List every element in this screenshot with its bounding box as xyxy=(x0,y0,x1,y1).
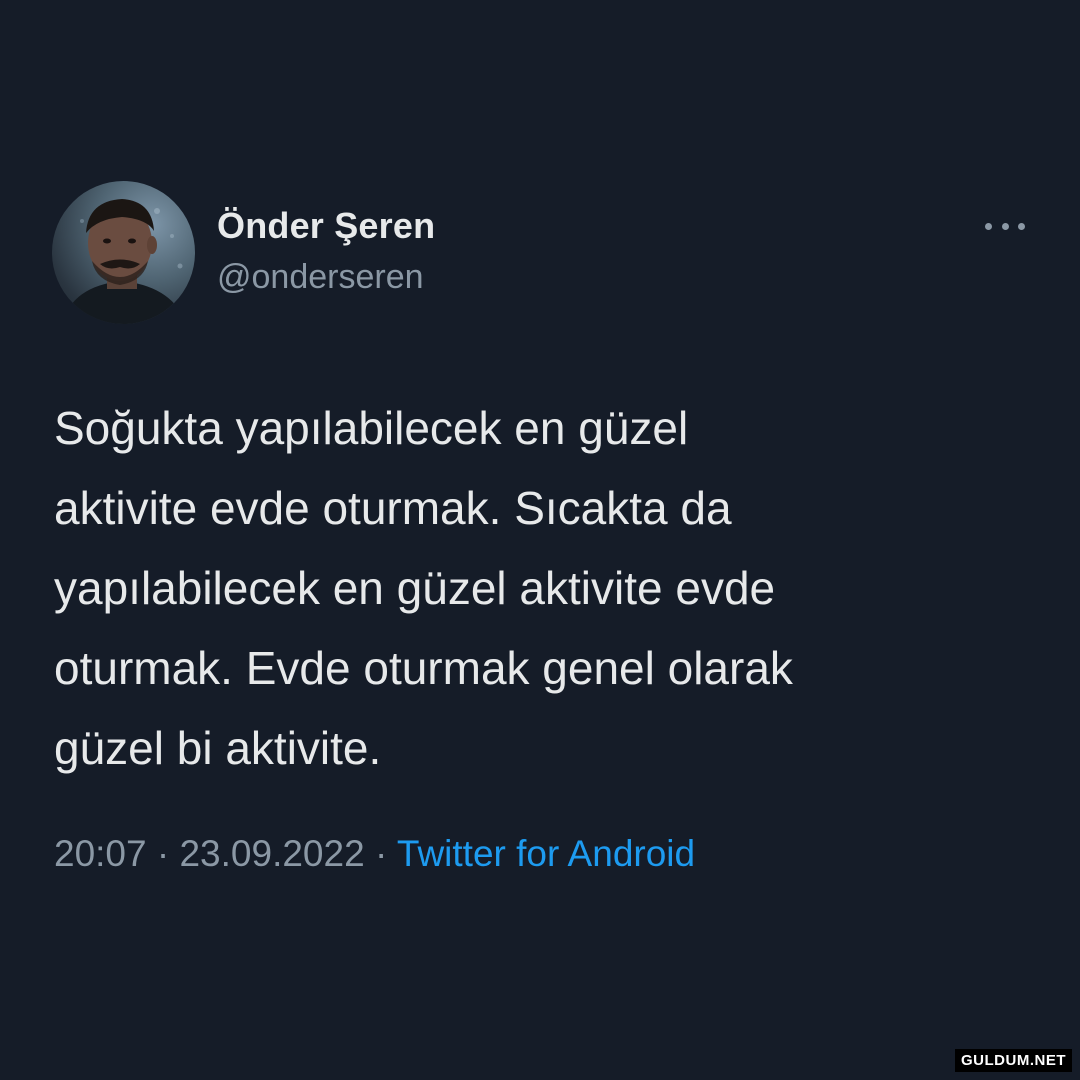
tweet-text-line: aktivite evde oturmak. Sıcakta da xyxy=(54,482,732,534)
tweet-time[interactable]: 20:07 xyxy=(54,833,147,874)
username[interactable]: @onderseren xyxy=(217,258,424,297)
tweet-date[interactable]: 23.09.2022 xyxy=(179,833,364,874)
tweet-text: Soğukta yapılabilecek en güzel aktivite … xyxy=(54,388,1014,788)
meta-separator: · xyxy=(156,833,170,874)
tweet-source-link[interactable]: Twitter for Android xyxy=(397,833,695,874)
watermark: GULDUM.NET xyxy=(955,1049,1072,1072)
display-name[interactable]: Önder Şeren xyxy=(217,205,435,247)
tweet-text-line: Soğukta yapılabilecek en güzel xyxy=(54,402,689,454)
avatar-image xyxy=(62,199,187,324)
more-options-button[interactable] xyxy=(985,214,1025,238)
tweet-text-line: yapılabilecek en güzel aktivite evde xyxy=(54,562,776,614)
tweet-metadata: 20:07 · 23.09.2022 · Twitter for Android xyxy=(54,833,695,875)
more-horizontal-icon xyxy=(1018,222,1025,230)
more-horizontal-icon xyxy=(985,222,992,230)
avatar[interactable] xyxy=(52,181,195,324)
more-horizontal-icon xyxy=(1001,222,1009,230)
tweet-text-line: güzel bi aktivite. xyxy=(54,722,382,774)
meta-separator: · xyxy=(374,833,388,874)
tweet-text-line: oturmak. Evde oturmak genel olarak xyxy=(54,642,793,694)
tweet-card: Önder Şeren @onderseren Soğukta yapılabi… xyxy=(0,0,1080,1080)
